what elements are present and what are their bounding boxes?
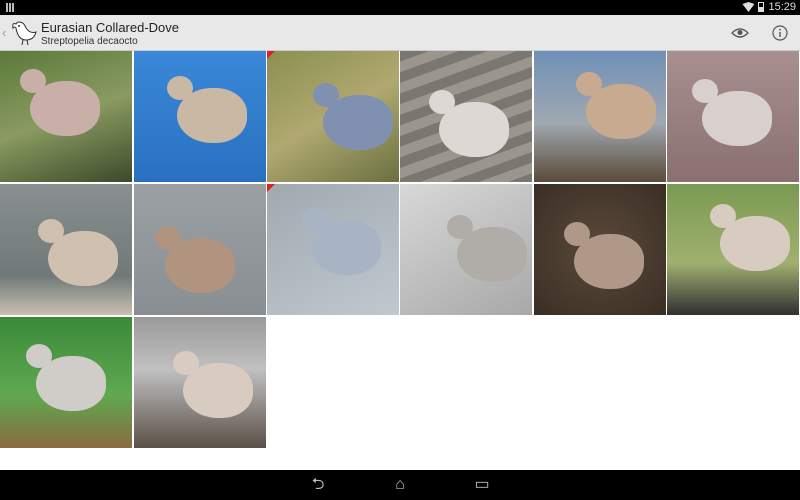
photo-thumbnail[interactable] xyxy=(534,184,666,315)
recent-apps-icon[interactable]: ▭ xyxy=(471,477,493,493)
photo-thumbnail[interactable] xyxy=(134,184,266,315)
wifi-icon xyxy=(742,2,755,12)
photo-thumbnail[interactable] xyxy=(667,184,799,315)
info-icon xyxy=(772,25,788,41)
dove-head xyxy=(167,76,193,100)
photo-thumbnail[interactable] xyxy=(0,51,132,182)
navigation-bar: ⮌ ⌂ ▭ xyxy=(0,470,800,500)
action-bar: ‹ Eurasian Collared-Dove Streptopelia de… xyxy=(0,15,800,51)
photo-thumbnail[interactable] xyxy=(534,51,666,182)
back-chevron-icon[interactable]: ‹ xyxy=(2,25,6,40)
photo-thumbnail[interactable] xyxy=(667,51,799,182)
dove-head xyxy=(20,69,46,93)
photo-thumbnail[interactable] xyxy=(267,184,399,315)
dove-head xyxy=(301,208,327,232)
back-nav-icon[interactable]: ⮌ xyxy=(307,477,329,493)
view-button[interactable] xyxy=(729,23,751,43)
dove-head xyxy=(564,222,590,246)
dove-head xyxy=(313,83,339,107)
status-time: 15:29 xyxy=(768,1,796,13)
dove-head xyxy=(447,215,473,239)
notification-icon xyxy=(6,3,15,12)
battery-icon xyxy=(758,2,765,12)
dove-head xyxy=(429,90,455,114)
eye-icon xyxy=(731,28,749,38)
info-button[interactable] xyxy=(769,23,791,43)
dove-head xyxy=(692,79,718,103)
photo-thumbnail[interactable] xyxy=(134,317,266,448)
page-subtitle: Streptopelia decaocto xyxy=(41,36,138,47)
home-nav-icon[interactable]: ⌂ xyxy=(389,477,411,493)
dove-head xyxy=(173,351,199,375)
photo-thumbnail[interactable] xyxy=(0,184,132,315)
photo-thumbnail[interactable] xyxy=(134,51,266,182)
dove-head xyxy=(710,204,736,228)
bird-logo-icon[interactable] xyxy=(10,18,38,48)
dove-head xyxy=(155,226,181,250)
photo-thumbnail[interactable] xyxy=(400,184,532,315)
status-bar: 15:29 xyxy=(0,0,800,15)
dove-head xyxy=(26,344,52,368)
flag-marker xyxy=(267,51,275,59)
flag-marker xyxy=(267,184,275,192)
photo-thumbnail[interactable] xyxy=(400,51,532,182)
photo-thumbnail[interactable] xyxy=(0,317,132,448)
dove-head xyxy=(576,72,602,96)
dove-head xyxy=(38,219,64,243)
page-title: Eurasian Collared-Dove xyxy=(41,20,180,35)
photo-thumbnail[interactable] xyxy=(267,51,399,182)
